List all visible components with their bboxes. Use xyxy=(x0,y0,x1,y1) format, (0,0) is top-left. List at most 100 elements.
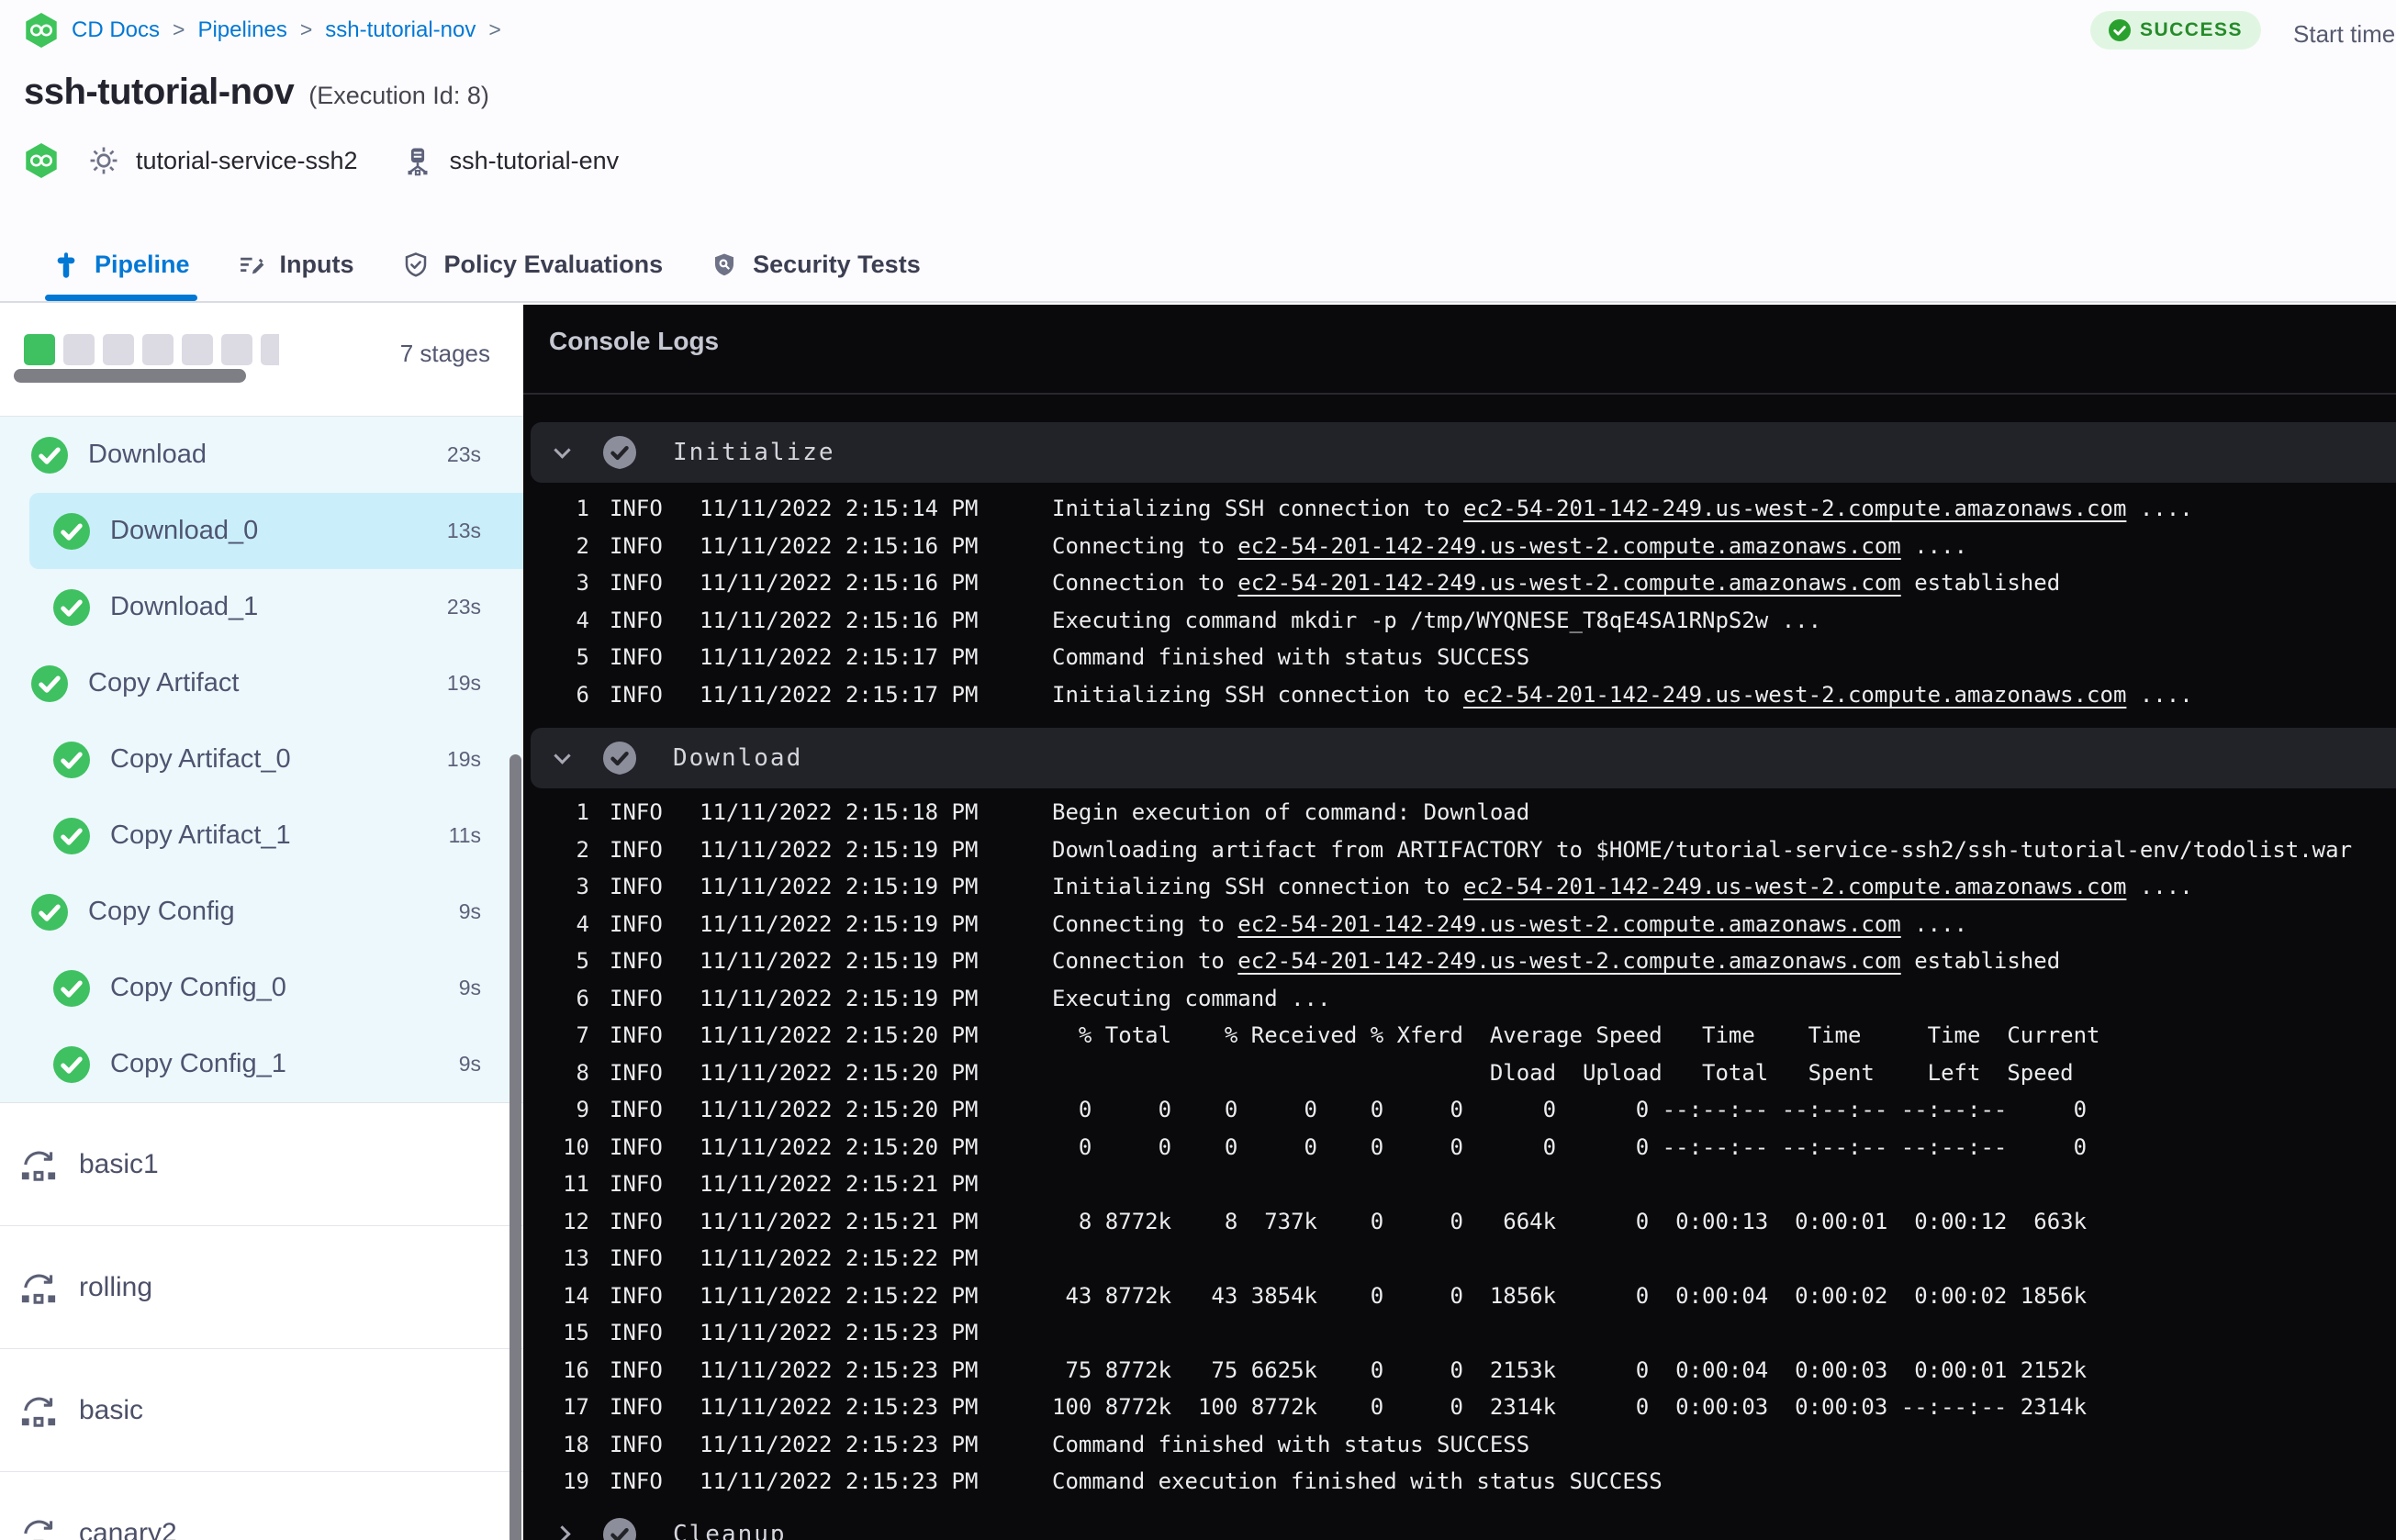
environment-link[interactable]: ssh-tutorial-env xyxy=(402,145,619,176)
pipeline-item-rolling[interactable]: rolling xyxy=(0,1226,523,1349)
log-message: Initializing SSH connection to ec2-54-20… xyxy=(1052,681,2193,708)
chevron-right-icon[interactable] xyxy=(554,1525,571,1540)
stage-row-copy-config[interactable]: Copy Config 9s xyxy=(0,874,523,950)
log-message: Executing command mkdir -p /tmp/WYQNESE_… xyxy=(1052,607,1822,633)
stage-segment-7 xyxy=(261,334,279,365)
host-link[interactable]: ec2-54-201-142-249.us-west-2.compute.ama… xyxy=(1463,682,2126,708)
log-line: 5 INFO 11/11/2022 2:15:17 PM Command finish… xyxy=(523,639,2396,676)
stage-row-download-1[interactable]: Download_1 23s xyxy=(0,569,523,645)
status-check-icon xyxy=(603,436,636,469)
horizontal-scrollbar[interactable] xyxy=(14,369,246,383)
tab-policy-evaluations[interactable]: Policy Evaluations xyxy=(402,251,663,301)
pipeline-label: basic1 xyxy=(79,1148,159,1179)
tab-inputs[interactable]: Inputs xyxy=(238,251,354,301)
log-level: INFO xyxy=(610,1097,663,1123)
host-link[interactable]: ec2-54-201-142-249.us-west-2.compute.ama… xyxy=(1237,570,1900,596)
breadcrumb-link-cd-docs[interactable]: CD Docs xyxy=(72,17,160,42)
log-message: Initializing SSH connection to ec2-54-20… xyxy=(1052,496,2193,522)
stage-row-copy-config-0[interactable]: Copy Config_0 9s xyxy=(0,950,523,1026)
stage-label: Download xyxy=(88,440,207,469)
log-timestamp: 11/11/2022 2:15:14 PM xyxy=(700,496,979,522)
log-timestamp: 11/11/2022 2:15:22 PM xyxy=(700,1245,979,1272)
log-line: 13 INFO 11/11/2022 2:15:22 PM xyxy=(523,1240,2396,1278)
log-line: 3 INFO 11/11/2022 2:15:16 PM Connection to … xyxy=(523,564,2396,602)
stage-duration: 9s xyxy=(458,899,481,923)
inputs-icon xyxy=(238,251,265,279)
pipeline-label: basic xyxy=(79,1394,144,1425)
pipeline-icon xyxy=(52,251,80,279)
log-line: 9 INFO 11/11/2022 2:15:20 PM 0 0 0 0 0 0 0… xyxy=(523,1091,2396,1129)
breadcrumb-separator: > xyxy=(299,17,313,41)
status-check-icon xyxy=(603,742,636,775)
host-link[interactable]: ec2-54-201-142-249.us-west-2.compute.ama… xyxy=(1463,874,2126,899)
host-link[interactable]: ec2-54-201-142-249.us-west-2.compute.ama… xyxy=(1237,533,1900,559)
stage-label: Copy Artifact_0 xyxy=(110,744,291,774)
pipeline-item-canary2[interactable]: canary2 xyxy=(0,1472,523,1540)
log-section-initialize[interactable]: Initialize xyxy=(531,422,2396,483)
log-line-number: 13 xyxy=(563,1245,589,1272)
pipeline-list: basic1 rolling basic canary2 xyxy=(0,1103,523,1540)
stage-label: Download_1 xyxy=(110,592,259,621)
pipeline-item-basic[interactable]: basic xyxy=(0,1349,523,1472)
log-line-number: 8 xyxy=(576,1059,589,1086)
environment-icon xyxy=(402,145,433,176)
log-line-number: 5 xyxy=(576,644,589,671)
stage-duration: 13s xyxy=(446,519,481,542)
host-link[interactable]: ec2-54-201-142-249.us-west-2.compute.ama… xyxy=(1237,911,1900,937)
log-line-number: 6 xyxy=(576,985,589,1011)
log-timestamp: 11/11/2022 2:15:21 PM xyxy=(700,1171,979,1198)
log-line-number: 2 xyxy=(576,532,589,559)
tab-security-tests[interactable]: Security Tests xyxy=(711,251,921,301)
stage-row-download-0[interactable]: Download_0 13s xyxy=(29,493,523,569)
log-level: INFO xyxy=(610,1059,663,1086)
security-tests-icon xyxy=(711,251,738,279)
breadcrumb-link-ssh-tutorial-nov[interactable]: ssh-tutorial-nov xyxy=(325,17,476,42)
host-link[interactable]: ec2-54-201-142-249.us-west-2.compute.ama… xyxy=(1463,496,2126,521)
breadcrumb: CD Docs > Pipelines > ssh-tutorial-nov > xyxy=(24,13,501,48)
log-timestamp: 11/11/2022 2:15:19 PM xyxy=(700,874,979,900)
log-line-number: 18 xyxy=(563,1431,589,1457)
vertical-scrollbar[interactable] xyxy=(509,754,521,1540)
log-line: 2 INFO 11/11/2022 2:15:16 PM Connecting to … xyxy=(523,528,2396,565)
service-link[interactable]: tutorial-service-ssh2 xyxy=(88,145,358,176)
log-level: INFO xyxy=(610,1282,663,1309)
stage-row-copy-artifact-1[interactable]: Copy Artifact_1 11s xyxy=(0,798,523,874)
log-level: INFO xyxy=(610,607,663,633)
gear-icon xyxy=(88,145,119,176)
status-badge-label: SUCCESS xyxy=(2139,19,2243,40)
log-line-number: 16 xyxy=(563,1356,589,1383)
stage-row-copy-config-1[interactable]: Copy Config_1 9s xyxy=(0,1026,523,1102)
log-timestamp: 11/11/2022 2:15:16 PM xyxy=(700,607,979,633)
stage-duration: 23s xyxy=(446,595,481,619)
log-line: 17 INFO 11/11/2022 2:15:23 PM 100 8772k 100… xyxy=(523,1389,2396,1426)
log-line: 15 INFO 11/11/2022 2:15:23 PM xyxy=(523,1314,2396,1352)
log-line: 7 INFO 11/11/2022 2:15:20 PM % Total % Rec… xyxy=(523,1017,2396,1055)
stage-duration: 19s xyxy=(446,671,481,695)
tab-pipeline[interactable]: Pipeline xyxy=(45,251,197,301)
pipeline-label: canary2 xyxy=(79,1517,177,1540)
stage-row-copy-artifact[interactable]: Copy Artifact 19s xyxy=(0,645,523,721)
log-line-number: 3 xyxy=(576,874,589,900)
breadcrumb-link-pipelines[interactable]: Pipelines xyxy=(197,17,286,42)
log-message: 8 8772k 8 737k 0 0 664k 0 0:00:13 0:00:0… xyxy=(1052,1208,2088,1234)
log-section-cleanup[interactable]: Cleanup xyxy=(531,1504,2396,1540)
pipeline-item-basic1[interactable]: basic1 xyxy=(0,1103,523,1226)
log-section-download[interactable]: Download xyxy=(531,728,2396,788)
stage-row-copy-artifact-0[interactable]: Copy Artifact_0 19s xyxy=(0,721,523,798)
log-level: INFO xyxy=(610,836,663,863)
log-timestamp: 11/11/2022 2:15:23 PM xyxy=(700,1356,979,1383)
host-link[interactable]: ec2-54-201-142-249.us-west-2.compute.ama… xyxy=(1237,948,1900,974)
log-message: Connection to ec2-54-201-142-249.us-west… xyxy=(1052,948,2061,975)
status-badge: SUCCESS xyxy=(2089,11,2261,50)
console-logs-title: Console Logs xyxy=(549,327,720,355)
chevron-down-icon[interactable] xyxy=(554,746,571,764)
stage-row-download[interactable]: Download 23s xyxy=(0,417,523,493)
stage-segment-5 xyxy=(182,334,213,365)
stages-progress-card: 7 stages xyxy=(0,305,523,417)
log-level: INFO xyxy=(610,1431,663,1457)
log-message: Downloading artifact from ARTIFACTORY to… xyxy=(1052,836,2353,863)
pipeline-icon xyxy=(18,1269,59,1306)
chevron-down-icon[interactable] xyxy=(554,441,571,459)
stage-duration: 23s xyxy=(446,442,481,466)
log-message: Connection to ec2-54-201-142-249.us-west… xyxy=(1052,570,2061,597)
